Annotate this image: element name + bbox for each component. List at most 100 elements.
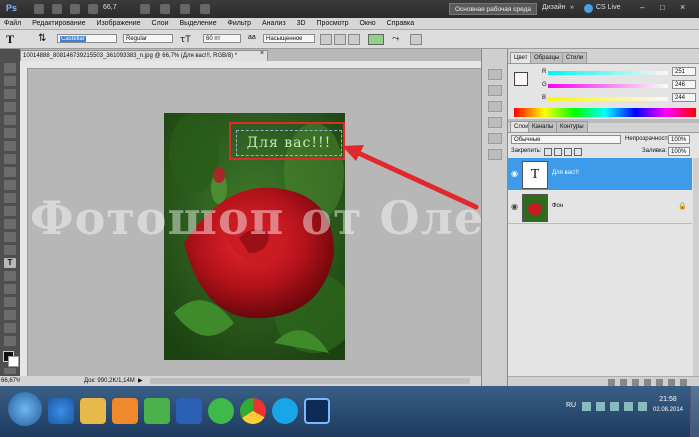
layer-name[interactable]: Для вас!!! <box>552 170 579 176</box>
layers-scrollbar[interactable] <box>693 158 699 378</box>
align-right-icon[interactable] <box>348 34 360 45</box>
layer-row-background[interactable]: ◉ Фон 🔒 <box>508 191 692 224</box>
font-style-select[interactable]: Regular <box>123 34 173 43</box>
adjustment-icon[interactable] <box>644 379 651 386</box>
opacity-input[interactable]: 100% <box>668 135 690 144</box>
r-slider[interactable] <box>548 71 668 75</box>
character-panel-button-icon[interactable] <box>488 133 502 144</box>
zoom-tool-button-icon[interactable] <box>4 336 16 346</box>
explorer-icon[interactable] <box>80 398 106 424</box>
stamp-tool-icon[interactable] <box>4 167 16 177</box>
type-tool-icon[interactable]: T <box>6 32 14 47</box>
close-tab-icon[interactable]: × <box>260 50 264 57</box>
design-workspace-button[interactable]: Дизайн <box>542 4 566 11</box>
zoom-status[interactable]: 66,67% <box>0 376 21 386</box>
trash-icon[interactable] <box>680 379 687 386</box>
vlc-icon[interactable] <box>112 398 138 424</box>
menu-image[interactable]: Изображение <box>96 18 140 29</box>
paragraph-panel-icon[interactable] <box>488 149 502 160</box>
tray-icon-1[interactable] <box>582 402 591 411</box>
brush-tool-icon[interactable] <box>4 154 16 164</box>
network-icon[interactable] <box>624 402 633 411</box>
workspace-button[interactable]: Основная рабочая среда <box>449 3 537 15</box>
bridge-icon[interactable] <box>34 4 44 14</box>
menu-select[interactable]: Выделение <box>180 18 217 29</box>
minibridge-icon[interactable] <box>52 4 62 14</box>
b-slider[interactable] <box>548 97 668 101</box>
eyedropper-tool-icon[interactable] <box>4 128 16 138</box>
menu-file[interactable]: Файл <box>4 18 21 29</box>
word-icon[interactable] <box>176 398 202 424</box>
fill-input[interactable]: 100% <box>668 147 690 156</box>
antialias-select[interactable]: Насыщенное <box>263 34 315 43</box>
tray-icon-3[interactable] <box>610 402 619 411</box>
chrome-icon[interactable] <box>240 398 266 424</box>
horizontal-scrollbar[interactable] <box>150 378 470 384</box>
start-button[interactable] <box>8 392 42 426</box>
path-select-tool-icon[interactable] <box>4 271 16 281</box>
clone-panel-icon[interactable] <box>488 117 502 128</box>
text-color-swatch[interactable] <box>368 34 384 45</box>
menu-help[interactable]: Справка <box>387 18 414 29</box>
zoom-tool-icon[interactable] <box>88 4 98 14</box>
layer-name[interactable]: Фон <box>552 203 563 209</box>
cslive-button[interactable]: CS Live <box>596 4 621 11</box>
blur-tool-icon[interactable] <box>4 219 16 229</box>
3d-rotate-tool-icon[interactable] <box>4 297 16 307</box>
marquee-tool-icon[interactable] <box>4 76 16 86</box>
layer-row-text[interactable]: ◉ T Для вас!!! <box>508 158 692 190</box>
b-value-input[interactable]: 244 <box>672 93 696 102</box>
lock-transparency-icon[interactable] <box>544 148 552 156</box>
more-workspaces-icon[interactable]: » <box>570 4 574 11</box>
minimize-icon[interactable]: – <box>640 3 644 12</box>
r-value-input[interactable]: 251 <box>672 67 696 76</box>
grid-icon[interactable] <box>140 4 150 14</box>
eraser-tool-icon[interactable] <box>4 193 16 203</box>
quick-select-tool-icon[interactable] <box>4 102 16 112</box>
ie-icon[interactable] <box>48 398 74 424</box>
healing-tool-icon[interactable] <box>4 141 16 151</box>
clock-date[interactable]: 02.08.2014 <box>650 407 686 413</box>
maximize-icon[interactable]: □ <box>660 3 665 12</box>
canvas-area[interactable]: Для вас!!! Фотошоп от Олечки <box>20 61 587 376</box>
hand-icon[interactable] <box>70 4 80 14</box>
volume-icon[interactable] <box>638 402 647 411</box>
align-center-icon[interactable] <box>334 34 346 45</box>
pen-tool-icon[interactable] <box>4 245 16 255</box>
tray-icon-2[interactable] <box>596 402 605 411</box>
rotate-icon[interactable] <box>160 4 170 14</box>
move-tool-icon[interactable] <box>4 63 16 73</box>
kaspersky-icon[interactable] <box>144 398 170 424</box>
color-spectrum[interactable] <box>514 108 696 117</box>
menu-window[interactable]: Окно <box>359 18 375 29</box>
link-layers-icon[interactable] <box>608 379 615 386</box>
foreground-color-chip[interactable] <box>514 72 528 86</box>
arrange-icon[interactable] <box>180 4 190 14</box>
history-brush-tool-icon[interactable] <box>4 180 16 190</box>
visibility-eye-icon[interactable]: ◉ <box>511 169 518 178</box>
warp-text-icon[interactable]: ⤳ <box>392 33 399 44</box>
character-panel-icon[interactable] <box>410 34 422 45</box>
tab-styles[interactable]: Стили <box>562 52 588 63</box>
screen-mode-icon[interactable] <box>200 4 210 14</box>
language-indicator[interactable]: RU <box>566 402 576 409</box>
lock-pixels-icon[interactable] <box>554 148 562 156</box>
font-size-select[interactable]: 60 пт <box>203 34 241 43</box>
menu-filter[interactable]: Фильтр <box>228 18 252 29</box>
3d-camera-tool-icon[interactable] <box>4 310 16 320</box>
menu-edit[interactable]: Редактирование <box>32 18 85 29</box>
mail-agent-icon[interactable] <box>208 398 234 424</box>
actions-panel-icon[interactable] <box>488 85 502 96</box>
fx-icon[interactable] <box>620 379 627 386</box>
brush-panel-icon[interactable] <box>488 101 502 112</box>
blend-mode-select[interactable]: Обычные <box>511 135 621 144</box>
doc-size-info[interactable]: Док: 990,2K/1,14M <box>84 376 135 386</box>
document-tab[interactable]: 10014888_808146739215503_361093383_n.jpg… <box>20 50 268 61</box>
align-left-icon[interactable] <box>320 34 332 45</box>
hand-tool-icon[interactable] <box>4 323 16 333</box>
status-arrow-icon[interactable]: ▶ <box>138 377 143 384</box>
lock-all-icon[interactable] <box>574 148 582 156</box>
lasso-tool-icon[interactable] <box>4 89 16 99</box>
zoom-level[interactable]: 66,7 <box>103 4 117 11</box>
photoshop-task-icon[interactable] <box>304 398 330 424</box>
